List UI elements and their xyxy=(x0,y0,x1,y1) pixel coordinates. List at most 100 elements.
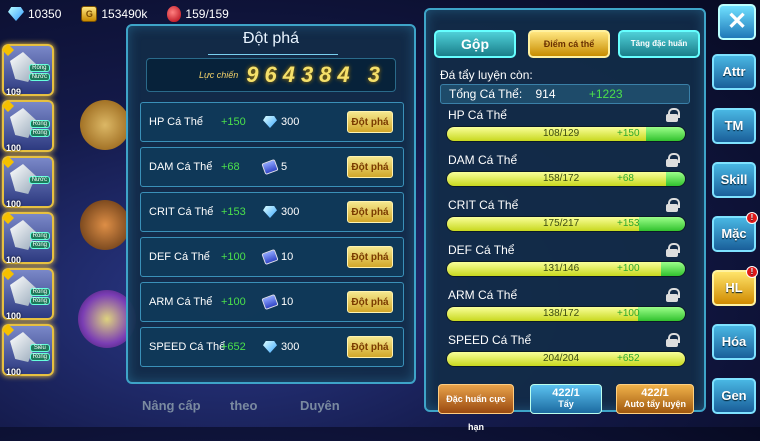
pet-card[interactable]: Rồng Rồng 100 xyxy=(2,268,54,321)
lock-icon[interactable] xyxy=(666,153,680,167)
progress-text: 175/217 xyxy=(543,218,580,229)
stat-bonus: +68 xyxy=(221,161,240,173)
special-train-button[interactable]: Đặc huấn cực hạn xyxy=(438,384,514,432)
breakthrough-row: HP Cá Thể +150 300 Đột phá xyxy=(140,102,404,142)
total-label: Tổng Cá Thể: xyxy=(449,87,523,101)
breakthrough-panel: Đột phá Lực chiến 964384 3 HP Cá Thể +15… xyxy=(126,24,416,384)
cost-amount: 300 xyxy=(281,341,300,353)
side-tab-label: Skill xyxy=(720,172,748,187)
progress-text: 138/172 xyxy=(543,308,580,319)
cost-amount: 10 xyxy=(281,251,294,263)
pet-card[interactable]: Nước 100 xyxy=(2,156,54,209)
pet-level: 109 xyxy=(6,87,22,97)
progress-bar: 138/172 +100 xyxy=(446,306,686,322)
element-tag: Rồng xyxy=(29,129,50,137)
gold-coin-icon: G xyxy=(81,6,98,22)
lock-icon[interactable] xyxy=(666,243,680,257)
progress-bar: 108/129 +150 xyxy=(446,126,686,142)
pet-card[interactable]: Siêu Rồng 100 xyxy=(2,324,54,377)
side-tab-gen[interactable]: Gen xyxy=(712,378,756,414)
rank-icon xyxy=(2,268,14,280)
stat-name: DAM Cá Thể xyxy=(149,161,213,173)
lock-icon[interactable] xyxy=(666,198,680,212)
pet-level: 100 xyxy=(6,143,22,153)
pet-card[interactable]: Rồng Nước 109 xyxy=(2,44,54,97)
cost-amount: 10 xyxy=(281,296,294,308)
alert-badge: ! xyxy=(746,266,758,278)
stat-name: DEF Cá Thể xyxy=(149,251,210,263)
progress-gain-text: +150 xyxy=(617,128,640,139)
pet-card[interactable]: Rồng Rồng 100 xyxy=(2,100,54,153)
lock-icon[interactable] xyxy=(666,288,680,302)
auto-wash-count: 422/1 xyxy=(641,387,669,399)
power-label: Lực chiến xyxy=(199,70,239,80)
breakthrough-button[interactable]: Đột phá xyxy=(347,291,393,313)
side-tab-attr[interactable]: Attr xyxy=(712,54,756,90)
training-stat-name: ARM Cá Thể xyxy=(448,288,518,302)
gold-amount: 153490k xyxy=(101,7,148,21)
breakthrough-button[interactable]: Đột phá xyxy=(347,201,393,223)
breakthrough-button[interactable]: Đột phá xyxy=(347,336,393,358)
progress-text: 204/204 xyxy=(543,353,580,364)
gold-counter: G 153490k xyxy=(81,6,147,22)
element-tag: Nước xyxy=(28,73,50,81)
diamond-icon xyxy=(263,341,277,353)
element-tag: Rồng xyxy=(29,120,50,128)
progress-bar: 131/146 +100 xyxy=(446,261,686,277)
wash-button[interactable]: 422/1 Tẩy xyxy=(530,384,602,414)
pet-card[interactable]: Rồng Rồng 100 xyxy=(2,212,54,265)
tab-merge[interactable]: Gộp xyxy=(434,30,516,58)
auto-wash-button[interactable]: 422/1 Auto tẩy luyện xyxy=(616,384,694,414)
power-value: 964384 3 xyxy=(246,62,386,87)
breakthrough-button[interactable]: Đột phá xyxy=(347,246,393,268)
stamina-counter: 159/159 xyxy=(167,6,229,22)
cost-amount: 300 xyxy=(281,116,300,128)
stat-bonus: +100 xyxy=(221,296,246,308)
element-tag: Rồng xyxy=(29,297,50,305)
wash-label: Tẩy xyxy=(558,399,574,409)
progress-bar: 175/217 +153 xyxy=(446,216,686,232)
side-tab-label: Hóa xyxy=(721,334,747,349)
pet-level: 100 xyxy=(6,199,22,209)
side-tab-tm[interactable]: TM xyxy=(712,108,756,144)
nav-fate[interactable]: Duyên xyxy=(300,398,340,413)
side-tab-label: HL xyxy=(725,280,743,295)
progress-gain xyxy=(637,307,685,321)
element-tag: Rồng xyxy=(29,241,50,249)
stat-name: HP Cá Thể xyxy=(149,116,204,128)
nav-upgrade[interactable]: Nâng cấp xyxy=(142,398,201,413)
lock-icon[interactable] xyxy=(666,108,680,122)
diamond-icon xyxy=(263,206,277,218)
lock-icon[interactable] xyxy=(666,333,680,347)
side-tab-hóa[interactable]: Hóa xyxy=(712,324,756,360)
breakthrough-button[interactable]: Đột phá xyxy=(347,156,393,178)
breakthrough-button[interactable]: Đột phá xyxy=(347,111,393,133)
tab-special-training[interactable]: Tăng đặc huấn xyxy=(618,30,700,58)
stat-bonus: +652 xyxy=(221,341,246,353)
progress-gain-text: +68 xyxy=(617,173,634,184)
training-stat-name: HP Cá Thể xyxy=(448,108,507,122)
decorative-orb xyxy=(80,200,130,250)
rank-icon xyxy=(2,44,14,56)
cost-amount: 300 xyxy=(281,206,300,218)
tab-individual-points[interactable]: Điểm cá thể xyxy=(528,30,610,58)
side-tab-label: Mặc xyxy=(721,226,747,241)
progress-text: 158/172 xyxy=(543,173,580,184)
nav-follow[interactable]: theo xyxy=(230,398,257,413)
element-tag: Rồng xyxy=(28,64,50,72)
close-icon: ✕ xyxy=(726,8,748,35)
alert-badge: ! xyxy=(746,212,758,224)
rank-icon xyxy=(2,324,14,336)
close-button[interactable]: ✕ xyxy=(718,4,756,40)
diamond-icon xyxy=(8,7,24,21)
side-tab-hl[interactable]: HL! xyxy=(712,266,758,306)
stat-name: CRIT Cá Thể xyxy=(149,206,214,218)
training-stat-name: DAM Cá Thể xyxy=(448,153,518,167)
side-tab-skill[interactable]: Skill xyxy=(712,162,756,198)
stat-bonus: +153 xyxy=(221,206,246,218)
training-stat-name: CRIT Cá Thể xyxy=(448,198,519,212)
element-tag: Rồng xyxy=(29,232,50,240)
total-gain: +1223 xyxy=(588,87,623,101)
training-stat-name: SPEED Cá Thể xyxy=(448,333,532,347)
side-tab-mặc[interactable]: Mặc! xyxy=(712,212,758,252)
